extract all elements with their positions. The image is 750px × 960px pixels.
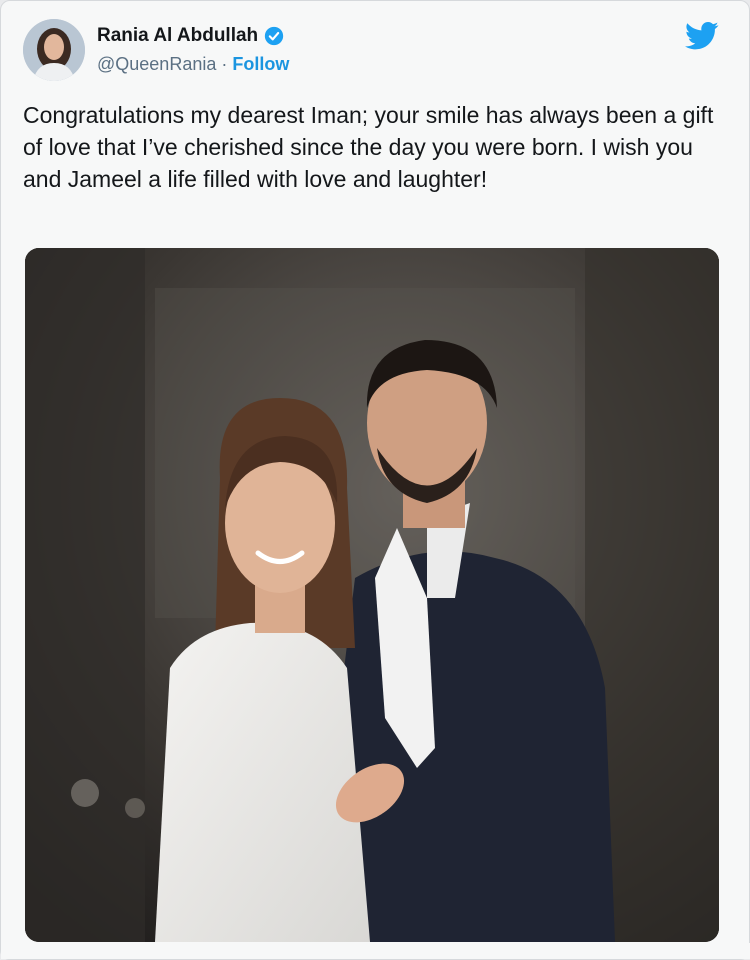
author-handle[interactable]: @QueenRania <box>97 54 216 74</box>
separator-dot: · <box>221 54 233 74</box>
tweet-text: Congratulations my dearest Iman; your sm… <box>23 102 714 192</box>
footer-strip <box>1 943 750 959</box>
tweet-photo[interactable] <box>25 248 719 942</box>
avatar[interactable] <box>23 19 85 81</box>
follow-button[interactable]: Follow <box>232 54 289 74</box>
tweet-card: Rania Al Abdullah @QueenRania · Follow C… <box>0 0 750 960</box>
verified-badge-icon <box>265 26 284 46</box>
twitter-bird-icon[interactable] <box>685 21 719 51</box>
author-name[interactable]: Rania Al Abdullah <box>97 25 258 47</box>
couple-photo-image <box>25 248 719 942</box>
